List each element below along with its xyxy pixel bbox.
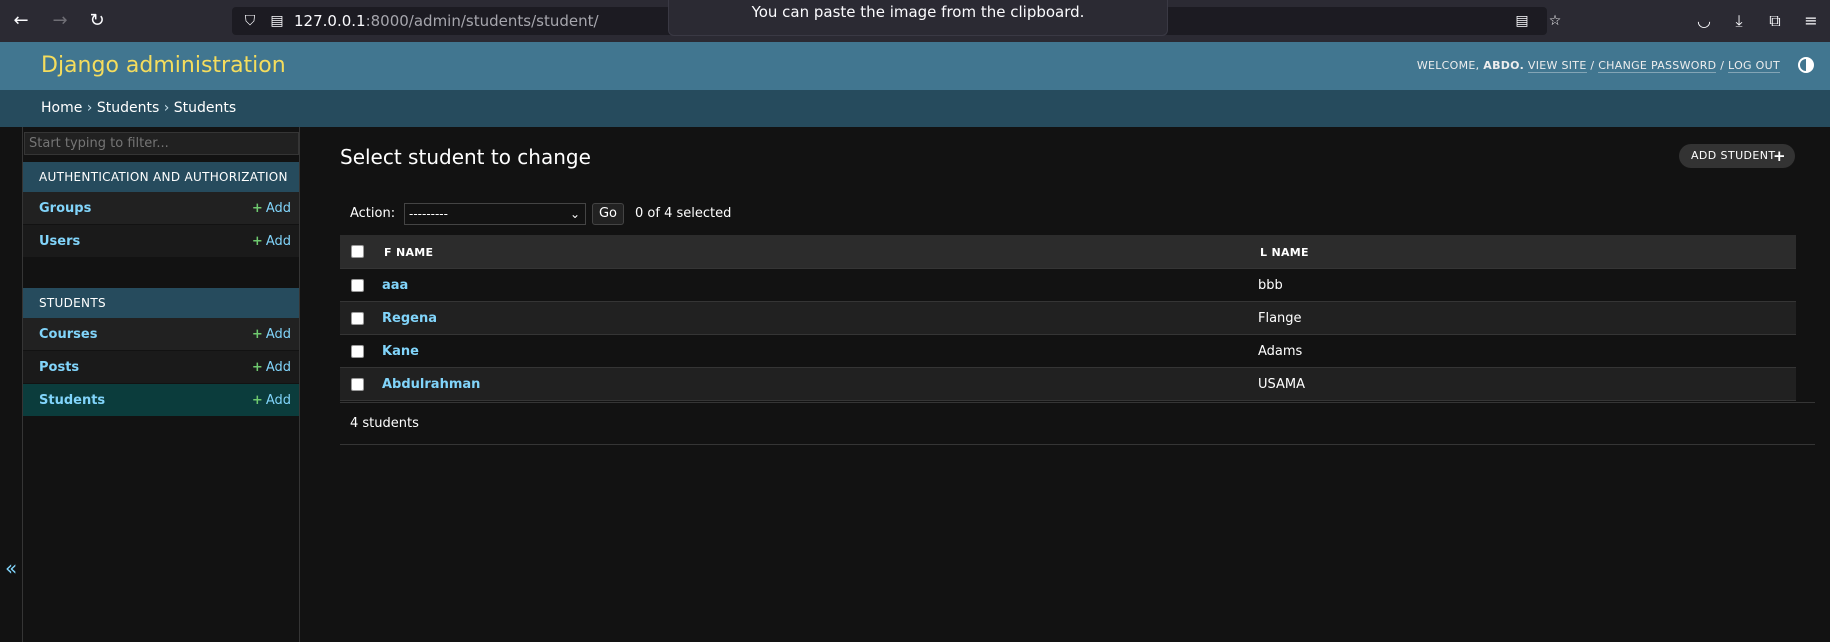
add-posts-link[interactable]: + Add [252, 360, 291, 375]
breadcrumb: Home › Students › Students [41, 100, 236, 116]
forward-arrow-icon[interactable]: → [48, 9, 72, 33]
back-arrow-icon[interactable]: ← [9, 9, 33, 33]
page-title: Select student to change [340, 145, 591, 169]
sidebar-item-students[interactable]: Students + Add [23, 384, 299, 417]
sidebar-item-courses[interactable]: Courses + Add [23, 318, 299, 351]
table-header: F NAME L NAME [340, 235, 1796, 269]
change-password-link[interactable]: CHANGE PASSWORD [1598, 59, 1717, 73]
row-checkbox[interactable] [351, 345, 364, 358]
sidebar-item-posts[interactable]: Posts + Add [23, 351, 299, 384]
table-row: Regena Flange [340, 302, 1796, 335]
f-name-link[interactable]: aaa [382, 278, 408, 293]
add-students-link[interactable]: + Add [252, 393, 291, 408]
f-name-link[interactable]: Kane [382, 344, 419, 359]
clipboard-toast: You can paste the image from the clipboa… [668, 0, 1168, 36]
sidebar-item-users[interactable]: Users + Add [23, 225, 299, 258]
l-name-cell: bbb [1258, 278, 1283, 293]
breadcrumb-separator: › [86, 100, 93, 116]
site-branding[interactable]: Django administration [41, 53, 286, 78]
add-student-button[interactable]: ADD STUDENT + [1679, 144, 1795, 168]
sidebar-item-label[interactable]: Groups [39, 201, 91, 216]
module-caption-students[interactable]: STUDENTS [23, 288, 299, 318]
theme-toggle-icon[interactable] [1798, 57, 1814, 73]
action-label: Action: [350, 206, 396, 221]
action-select[interactable]: --------- ⌄ [404, 203, 586, 225]
action-selected-value: --------- [409, 207, 448, 221]
table-row: aaa bbb [340, 269, 1796, 302]
user-tools: WELCOME, ABDO. VIEW SITE / CHANGE PASSWO… [1416, 59, 1780, 73]
table-row: Kane Adams [340, 335, 1796, 368]
url-text[interactable]: 127.0.0.1:8000/admin/students/student/ [294, 12, 599, 30]
separator: / [1720, 59, 1725, 72]
reader-view-icon[interactable]: ▤ [1512, 11, 1532, 31]
menu-icon[interactable]: ≡ [1799, 9, 1823, 33]
plus-icon: + [1773, 147, 1786, 165]
download-icon[interactable]: ⤓ [1727, 9, 1751, 33]
sidebar-item-label[interactable]: Users [39, 234, 80, 249]
add-student-label: ADD STUDENT [1691, 149, 1776, 162]
result-list-table: F NAME L NAME aaa bbb Regena Flange Kane… [340, 235, 1796, 401]
username: ABDO. [1483, 59, 1525, 72]
breadcrumbs-bar: Home › Students › Students [0, 90, 1830, 127]
reload-icon[interactable]: ↻ [85, 9, 109, 33]
shield-icon[interactable]: ⛉ [240, 11, 260, 31]
module-caption-auth[interactable]: AUTHENTICATION AND AUTHORIZATION [23, 162, 299, 192]
collapse-sidebar-icon[interactable]: « [5, 556, 17, 580]
breadcrumb-app[interactable]: Students [97, 100, 159, 116]
table-row: Abdulrahman USAMA [340, 368, 1796, 401]
plus-icon: + [251, 201, 263, 216]
f-name-link[interactable]: Regena [382, 311, 437, 326]
breadcrumb-current: Students [173, 100, 237, 116]
chevron-down-icon: ⌄ [569, 207, 580, 221]
url-host: 127.0.0.1 [294, 12, 366, 30]
add-label: Add [265, 327, 291, 342]
plus-icon: + [251, 360, 263, 375]
plus-icon: + [251, 234, 263, 249]
log-out-link[interactable]: LOG OUT [1728, 59, 1780, 73]
sidebar-item-label[interactable]: Students [39, 393, 105, 408]
url-path: :8000/admin/students/student/ [365, 12, 599, 30]
select-all-checkbox[interactable] [351, 245, 364, 258]
pocket-icon[interactable]: ◡ [1692, 9, 1716, 33]
add-label: Add [265, 234, 291, 249]
l-name-cell: USAMA [1258, 377, 1306, 392]
nav-filter-input[interactable] [24, 132, 299, 155]
separator: / [1590, 59, 1595, 72]
bookmark-star-icon[interactable]: ☆ [1545, 11, 1565, 31]
f-name-link[interactable]: Abdulrahman [382, 377, 480, 392]
add-users-link[interactable]: + Add [252, 234, 291, 249]
l-name-cell: Adams [1258, 344, 1303, 359]
result-count: 4 students [350, 416, 419, 431]
plus-icon: + [251, 327, 263, 342]
breadcrumb-separator: › [163, 100, 170, 116]
welcome-text: WELCOME, [1416, 59, 1480, 72]
sidebar-item-label[interactable]: Courses [39, 327, 97, 342]
view-site-link[interactable]: VIEW SITE [1527, 59, 1587, 73]
row-checkbox[interactable] [351, 378, 364, 391]
plus-icon: + [251, 393, 263, 408]
row-checkbox[interactable] [351, 279, 364, 292]
l-name-cell: Flange [1258, 311, 1302, 326]
column-header-f-name[interactable]: F NAME [384, 246, 433, 259]
add-label: Add [265, 360, 291, 375]
selection-counter: 0 of 4 selected [635, 206, 732, 221]
go-button[interactable]: Go [592, 203, 624, 225]
add-label: Add [265, 393, 291, 408]
row-checkbox[interactable] [351, 312, 364, 325]
add-courses-link[interactable]: + Add [252, 327, 291, 342]
column-header-l-name[interactable]: L NAME [1260, 246, 1309, 259]
actions-bar: Action: --------- ⌄ Go 0 of 4 selected [340, 200, 1796, 228]
add-groups-link[interactable]: + Add [252, 201, 291, 216]
extensions-icon[interactable]: ⧉ [1763, 9, 1787, 33]
add-label: Add [265, 201, 291, 216]
nav-sidebar: AUTHENTICATION AND AUTHORIZATION Groups … [23, 127, 300, 642]
site-header: Django administration WELCOME, ABDO. VIE… [0, 42, 1830, 90]
paginator: 4 students [340, 402, 1815, 445]
breadcrumb-home[interactable]: Home [41, 100, 82, 116]
page-icon[interactable]: ▤ [267, 11, 287, 31]
sidebar-item-label[interactable]: Posts [39, 360, 79, 375]
sidebar-item-groups[interactable]: Groups + Add [23, 192, 299, 225]
